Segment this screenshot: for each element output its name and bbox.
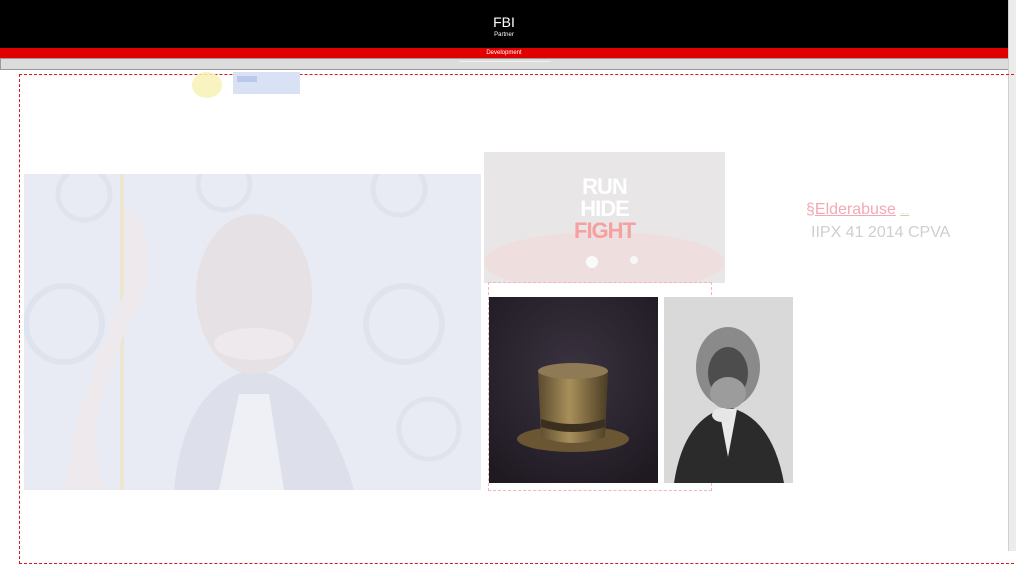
seal-icon	[192, 72, 222, 98]
promo-line-fight: FIGHT	[574, 218, 636, 243]
elderabuse-link[interactable]: Elderabuse	[815, 201, 896, 218]
historical-portrait-image[interactable]	[664, 297, 793, 483]
side-reference-text: IIPX 41 2014 CPVA	[811, 224, 951, 241]
promo-line-run: RUN	[582, 174, 628, 199]
promo-line-hide: HIDE	[580, 196, 630, 221]
environment-bar: Development	[0, 48, 1008, 58]
flag-icon	[233, 72, 300, 94]
more-link[interactable]: ....	[900, 207, 909, 216]
portrait-photo-icon	[664, 297, 793, 483]
top-hat-photo-icon	[489, 297, 658, 483]
header-title[interactable]: FBI	[0, 14, 1008, 30]
portrait-photo-icon	[24, 174, 481, 490]
side-link-row: §Elderabuse ....	[806, 199, 909, 223]
featured-portrait-image[interactable]	[24, 174, 481, 490]
site-header: FBI Partner	[0, 0, 1008, 48]
top-hat-image[interactable]	[489, 297, 658, 483]
notice-bar[interactable]: ˜˜˜˜˜˜˜˜˜˜˜˜˜˜˜˜˜˜˜˜˜˜˜˜˜˜˜˜˜˜˜˜˜˜˜˜˜˜˜˜…	[0, 58, 1010, 70]
header-subtitle: Partner	[494, 32, 514, 38]
section-mark: §	[806, 201, 815, 218]
run-hide-fight-image[interactable]: RUN HIDE FIGHT	[484, 152, 725, 283]
